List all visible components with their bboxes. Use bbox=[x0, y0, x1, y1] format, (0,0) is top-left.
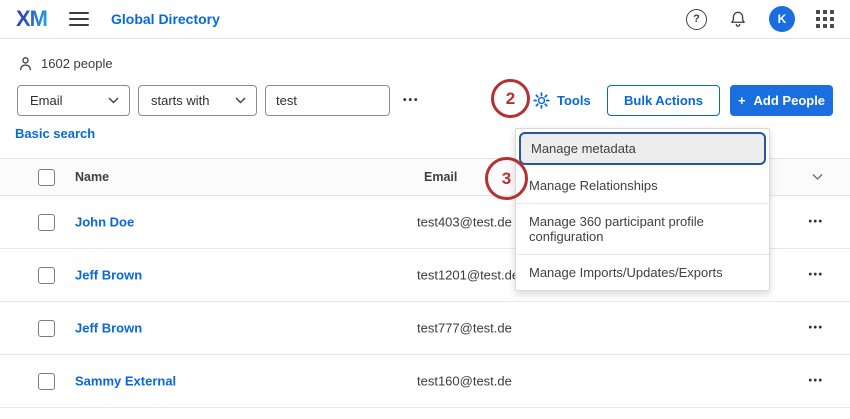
annotation-step-3: 3 bbox=[485, 157, 528, 200]
row-checkbox[interactable] bbox=[38, 373, 55, 390]
person-email: test1201@test.de bbox=[417, 268, 519, 283]
basic-search-link[interactable]: Basic search bbox=[15, 126, 95, 141]
email-column-header: Email bbox=[424, 170, 457, 184]
annotation-step-2: 2 bbox=[491, 79, 530, 118]
help-icon[interactable]: ? bbox=[686, 9, 707, 30]
plus-icon: + bbox=[738, 93, 746, 108]
row-actions-icon[interactable]: ••• bbox=[802, 376, 830, 387]
row-checkbox[interactable] bbox=[38, 267, 55, 284]
person-email: test777@test.de bbox=[417, 321, 512, 336]
field-select[interactable]: Email bbox=[17, 85, 130, 116]
bulk-actions-button[interactable]: Bulk Actions bbox=[607, 85, 720, 116]
xm-logo: XM bbox=[16, 6, 47, 32]
people-count: 1602 people bbox=[41, 56, 113, 71]
operator-select[interactable]: starts with bbox=[138, 85, 257, 116]
people-count-row: 1602 people bbox=[17, 54, 850, 72]
top-bar: XM Global Directory ? K bbox=[0, 0, 850, 39]
table-row: Sammy External test160@test.de ••• bbox=[0, 355, 850, 408]
menu-item-manage-relationships[interactable]: Manage Relationships bbox=[516, 168, 769, 203]
app-switcher-icon[interactable] bbox=[816, 10, 834, 28]
avatar[interactable]: K bbox=[769, 6, 795, 32]
bell-icon[interactable] bbox=[728, 9, 748, 29]
menu-item-manage-metadata[interactable]: Manage metadata bbox=[519, 132, 766, 165]
filter-toolbar: Email starts with ••• bbox=[0, 85, 850, 116]
row-checkbox[interactable] bbox=[38, 214, 55, 231]
chevron-down-icon bbox=[108, 97, 119, 104]
person-name-link[interactable]: Jeff Brown bbox=[75, 268, 142, 283]
person-name-link[interactable]: Jeff Brown bbox=[75, 321, 142, 336]
chevron-down-icon bbox=[235, 97, 246, 104]
add-people-button[interactable]: + Add People bbox=[730, 85, 833, 116]
add-people-label: Add People bbox=[754, 93, 826, 108]
row-actions-icon[interactable]: ••• bbox=[802, 323, 830, 334]
column-options-chevron-icon[interactable] bbox=[812, 174, 823, 181]
person-name-link[interactable]: John Doe bbox=[75, 215, 134, 230]
field-select-value: Email bbox=[30, 93, 63, 108]
menu-item-manage-360-profile-configuration[interactable]: Manage 360 participant profile configura… bbox=[516, 203, 769, 254]
person-name-link[interactable]: Sammy External bbox=[75, 374, 176, 389]
topbar-actions: ? K bbox=[686, 6, 834, 32]
select-all-checkbox[interactable] bbox=[38, 169, 55, 186]
tools-menu: Manage metadata Manage Relationships Man… bbox=[515, 128, 770, 291]
row-actions-icon[interactable]: ••• bbox=[802, 270, 830, 281]
gear-icon bbox=[533, 92, 550, 109]
menu-item-manage-imports-updates-exports[interactable]: Manage Imports/Updates/Exports bbox=[516, 254, 769, 290]
hamburger-menu-icon[interactable] bbox=[69, 12, 89, 26]
tools-button[interactable]: Tools bbox=[533, 85, 591, 116]
table-row: Jeff Brown test777@test.de ••• bbox=[0, 302, 850, 355]
page-title: Global Directory bbox=[111, 11, 220, 27]
search-input[interactable] bbox=[265, 85, 390, 116]
row-actions-icon[interactable]: ••• bbox=[802, 217, 830, 228]
operator-select-value: starts with bbox=[151, 93, 210, 108]
more-options-icon[interactable]: ••• bbox=[403, 95, 420, 106]
row-checkbox[interactable] bbox=[38, 320, 55, 337]
name-column-header: Name bbox=[75, 170, 109, 184]
person-icon bbox=[17, 55, 34, 72]
person-email: test160@test.de bbox=[417, 374, 512, 389]
global-directory-page: XM Global Directory ? K 1602 people bbox=[0, 0, 850, 419]
tools-label: Tools bbox=[557, 93, 591, 108]
person-email: test403@test.de bbox=[417, 215, 512, 230]
